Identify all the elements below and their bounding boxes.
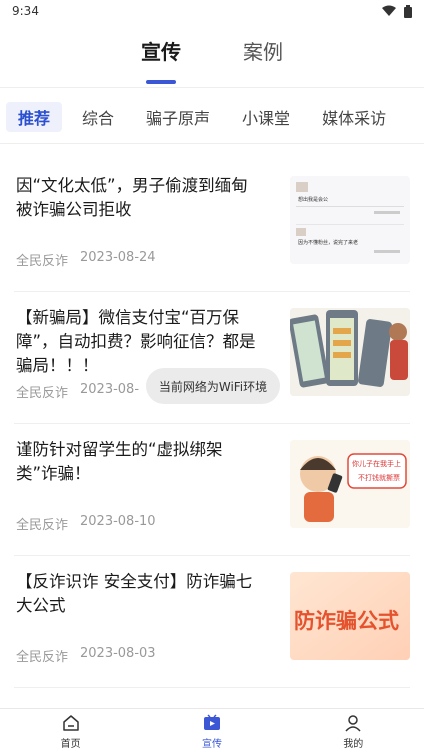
news-source: 全民反诈 <box>16 386 69 401</box>
news-thumbnail: 想出我是会公 因为不懂粉丝，说完了来老 <box>290 176 410 264</box>
tab-active-indicator <box>146 80 176 84</box>
nav-promo-label: 宣传 <box>201 738 222 750</box>
fraud-formula-image: 防诈骗公式 <box>290 572 410 660</box>
battery-icon <box>404 4 412 18</box>
news-thumbnail <box>290 308 410 396</box>
news-date: 2023-08-03 <box>80 646 156 661</box>
category-tab-general[interactable]: 综合 <box>70 102 126 132</box>
news-thumbnail: 你儿子在我手上 不打钱就撕票 <box>290 440 410 528</box>
nav-promo[interactable]: 宣传 <box>141 709 282 754</box>
news-title: 谨防针对留学生的“虚拟绑架类”诈骗！ <box>16 440 223 483</box>
thumb-caption: 想出我是会公 <box>298 196 328 203</box>
news-date: 2023-08-24 <box>80 250 156 265</box>
news-source: 全民反诈 <box>16 254 69 269</box>
network-toast: 当前网络为WiFi环境 <box>146 368 280 404</box>
thumb-caption: 你儿子在我手上 <box>352 459 401 468</box>
cartoon-phone-call-image: 你儿子在我手上 不打钱就撕票 <box>290 440 410 528</box>
news-meta: 全民反诈 2023-08-24 <box>16 250 156 269</box>
wifi-icon <box>382 5 396 16</box>
thumb-caption: 防诈骗公式 <box>294 609 399 633</box>
news-source: 全民反诈 <box>16 518 69 533</box>
news-meta: 全民反诈 2023-08- <box>16 382 139 401</box>
news-date: 2023-08-10 <box>80 514 156 529</box>
nav-mine-label: 我的 <box>343 738 364 750</box>
news-title: 【反诈识诈 安全支付】防诈骗七大公式 <box>16 572 253 615</box>
nav-home[interactable]: 首页 <box>0 709 141 754</box>
news-source: 全民反诈 <box>16 650 69 665</box>
person-icon <box>345 714 361 732</box>
divider <box>0 87 424 88</box>
divider <box>0 143 424 144</box>
news-item[interactable]: 【新骗局】微信支付宝“百万保障”，自动扣费？影响征信？都是骗局！！！ 全民反诈 … <box>14 292 410 424</box>
category-tab-bar: 推荐 综合 骗子原声 小课堂 媒体采访 <box>0 100 424 134</box>
nav-home-label: 首页 <box>60 738 81 750</box>
news-meta: 全民反诈 2023-08-03 <box>16 646 156 665</box>
status-bar: 9:34 <box>0 0 424 22</box>
top-tab-bar: 宣传 案例 <box>0 36 424 88</box>
category-tab-media-interview[interactable]: 媒体采访 <box>310 102 398 132</box>
news-item[interactable]: 谨防针对留学生的“虚拟绑架类”诈骗！ 全民反诈 2023-08-10 你儿子在我… <box>14 424 410 556</box>
tab-cases[interactable]: 案例 <box>243 36 283 88</box>
nav-mine[interactable]: 我的 <box>283 709 424 754</box>
cartoon-phones-image <box>290 308 410 396</box>
tab-promo[interactable]: 宣传 <box>141 36 181 88</box>
news-date: 2023-08- <box>80 382 140 397</box>
category-tab-scammer-voice[interactable]: 骗子原声 <box>134 102 222 132</box>
thumb-caption: 因为不懂粉丝，说完了来老 <box>298 239 358 246</box>
status-icons <box>382 4 412 18</box>
status-time: 9:34 <box>12 4 39 18</box>
news-item[interactable]: 【反诈识诈 安全支付】防诈骗七大公式 全民反诈 2023-08-03 防诈骗公式 <box>14 556 410 688</box>
news-thumbnail: 防诈骗公式 <box>290 572 410 660</box>
tab-promo-label: 宣传 <box>141 40 181 64</box>
thumb-caption: 不打钱就撕票 <box>358 473 400 482</box>
tab-cases-label: 案例 <box>243 40 283 64</box>
news-item[interactable]: 因“文化太低”，男子偷渡到缅甸被诈骗公司拒收 全民反诈 2023-08-24 想… <box>14 160 410 292</box>
news-title: 因“文化太低”，男子偷渡到缅甸被诈骗公司拒收 <box>16 176 248 219</box>
home-icon <box>62 714 79 731</box>
chat-screenshot-image: 想出我是会公 因为不懂粉丝，说完了来老 <box>290 176 410 264</box>
news-list: 因“文化太低”，男子偷渡到缅甸被诈骗公司拒收 全民反诈 2023-08-24 想… <box>0 160 424 688</box>
category-tab-recommended[interactable]: 推荐 <box>6 102 63 132</box>
category-tab-mini-class[interactable]: 小课堂 <box>230 102 302 132</box>
bottom-nav: 首页 宣传 我的 <box>0 708 424 754</box>
news-meta: 全民反诈 2023-08-10 <box>16 514 156 533</box>
promo-icon <box>203 713 220 730</box>
